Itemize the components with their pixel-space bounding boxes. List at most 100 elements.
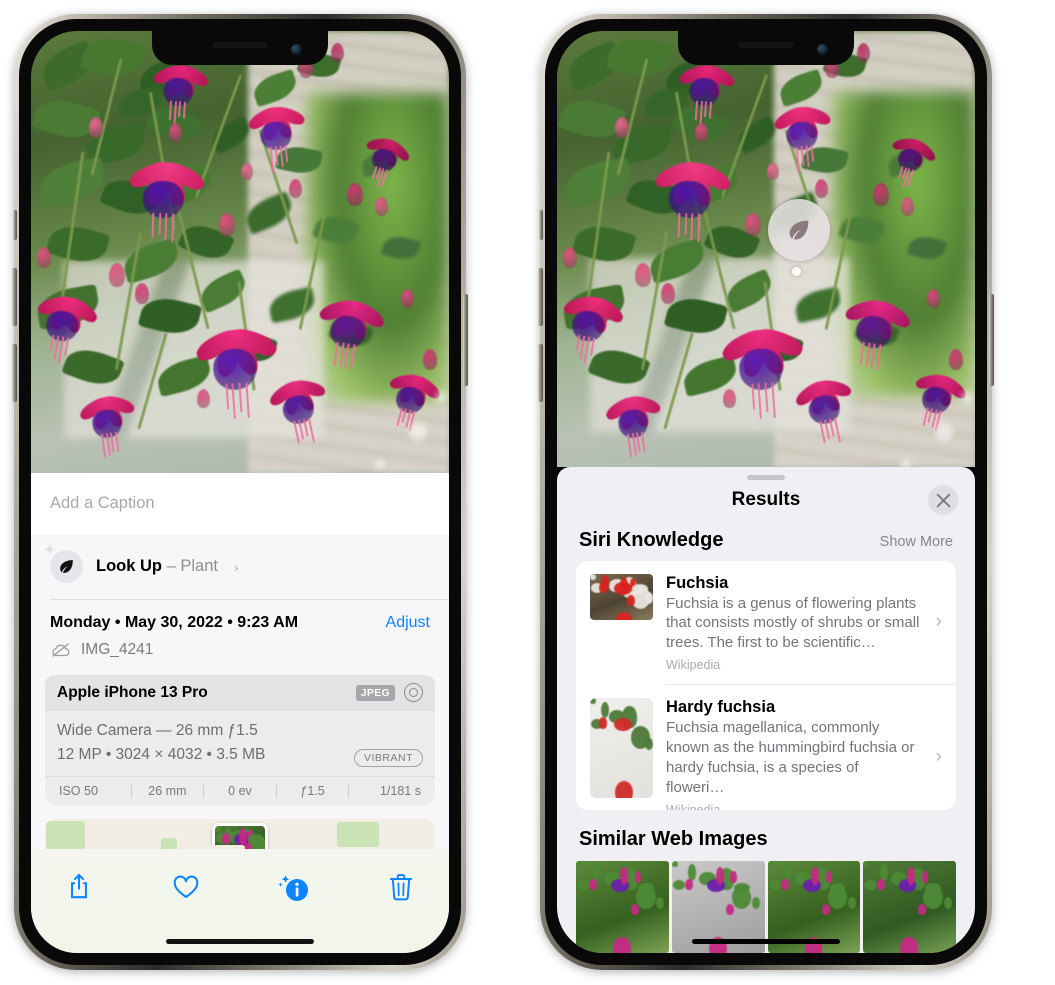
knowledge-thumbnail: [590, 698, 653, 799]
bud-shape: [815, 179, 828, 198]
look-up-subject: Plant: [180, 557, 218, 575]
thumb-detail: [577, 879, 590, 891]
knowledge-title: Hardy fuchsia: [666, 698, 776, 717]
thumb-detail: [599, 717, 608, 729]
volume-up-button[interactable]: [12, 268, 17, 326]
knowledge-source: Wikipedia: [666, 803, 920, 810]
bud-shape: [109, 263, 126, 287]
camera-card-body: Wide Camera — 26 mm ƒ1.5 12 MP • 3024 × …: [45, 711, 435, 776]
exif-focal: 26 mm: [148, 784, 187, 799]
delete-button[interactable]: [379, 865, 423, 909]
aperture-icon: [404, 683, 423, 702]
visual-lookup-badge[interactable]: [768, 199, 830, 261]
front-camera-icon: [291, 44, 302, 55]
bud-shape: [37, 247, 52, 268]
exif-iso: ISO 50: [59, 784, 98, 799]
bud-shape: [289, 179, 302, 198]
info-button[interactable]: [272, 865, 316, 909]
volume-down-button[interactable]: [538, 344, 543, 402]
left-phone-frame: Add a Caption ✦ Look Up – Plant › Monday…: [12, 14, 468, 970]
thumb-detail: [917, 903, 926, 916]
thumb-detail: [863, 861, 870, 867]
thumb-detail: [615, 611, 633, 620]
look-up-label: Look Up: [96, 557, 162, 575]
exif-aperture: ƒ1.5: [300, 784, 325, 799]
leaf-icon: [789, 220, 809, 240]
power-button[interactable]: [463, 294, 468, 386]
siri-knowledge-header: Siri Knowledge Show More: [557, 521, 975, 561]
knowledge-description: Fuchsia is a genus of flowering plants t…: [666, 594, 920, 652]
knowledge-title: Fuchsia: [666, 573, 729, 592]
photo-viewer[interactable]: [31, 31, 449, 473]
thumb-detail: [715, 867, 724, 885]
thumb-detail: [733, 882, 750, 892]
front-camera-icon: [817, 44, 828, 55]
siri-knowledge-title: Siri Knowledge: [579, 528, 724, 551]
bud-shape: [901, 197, 914, 216]
camera-info-card[interactable]: Apple iPhone 13 Pro JPEG Wide Camera — 2…: [45, 675, 435, 806]
thumb-detail: [829, 882, 846, 892]
thumb-detail: [767, 861, 774, 867]
similar-image-thumb[interactable]: [863, 861, 956, 953]
leaf-shape: [561, 156, 635, 208]
style-badge: VIBRANT: [353, 749, 423, 768]
caption-row[interactable]: Add a Caption: [31, 473, 449, 535]
volume-up-button[interactable]: [538, 268, 543, 326]
show-more-button[interactable]: Show More: [880, 534, 953, 550]
power-button[interactable]: [989, 294, 994, 386]
silent-switch[interactable]: [539, 210, 543, 240]
similar-web-images-title: Similar Web Images: [579, 828, 768, 850]
thumb-detail: [685, 878, 694, 890]
bud-shape: [375, 197, 388, 216]
siri-knowledge-card: Fuchsia Fuchsia is a genus of flowering …: [576, 560, 956, 810]
right-phone-frame: Results Siri Knowledge Show More Fuchsia…: [538, 14, 994, 970]
info-sparkle-icon: [278, 875, 308, 901]
bud-shape: [857, 43, 870, 62]
home-indicator[interactable]: [166, 939, 314, 944]
share-button[interactable]: [57, 865, 101, 909]
photo-date: Monday • May 30, 2022 • 9:23 AM: [50, 614, 299, 631]
favorite-button[interactable]: [164, 865, 208, 909]
caption-input[interactable]: Add a Caption: [50, 494, 430, 513]
volume-down-button[interactable]: [12, 344, 17, 402]
leaf-shape: [605, 33, 673, 81]
photo-viewer[interactable]: [557, 31, 975, 467]
leaf-icon: ✦: [43, 543, 83, 583]
thumb-detail: [238, 828, 247, 846]
look-up-row[interactable]: ✦ Look Up – Plant ›: [31, 535, 449, 599]
look-up-dash: –: [166, 557, 176, 575]
knowledge-row[interactable]: Hardy fuchsia Fuchsia magellanica, commo…: [576, 685, 956, 810]
thumb-detail: [847, 897, 856, 910]
thumb-detail: [630, 903, 639, 916]
thumb-detail: [638, 882, 654, 892]
thumb-detail: [768, 879, 782, 891]
thumb-detail: [576, 861, 582, 867]
camera-device-name: Apple iPhone 13 Pro: [57, 683, 208, 701]
close-button[interactable]: [928, 485, 958, 516]
bud-shape: [347, 183, 363, 206]
bud-shape: [745, 213, 761, 236]
bud-shape: [197, 389, 210, 408]
left-phone-bezel: Add a Caption ✦ Look Up – Plant › Monday…: [19, 19, 461, 965]
bokeh-highlight: [961, 391, 973, 403]
chevron-right-icon: ›: [233, 558, 239, 575]
results-sheet: Results Siri Knowledge Show More Fuchsia…: [557, 467, 975, 953]
left-phone-screen: Add a Caption ✦ Look Up – Plant › Monday…: [31, 31, 449, 953]
thumb-detail: [900, 937, 918, 953]
bud-shape: [135, 283, 150, 304]
bud-shape: [873, 183, 889, 206]
knowledge-row[interactable]: Fuchsia Fuchsia is a genus of flowering …: [576, 561, 956, 685]
adjust-button[interactable]: Adjust: [386, 614, 430, 632]
thumb-detail: [907, 867, 916, 885]
bud-shape: [661, 283, 676, 304]
similar-image-thumb[interactable]: [576, 861, 669, 953]
share-icon: [71, 873, 87, 899]
home-indicator[interactable]: [692, 939, 840, 944]
notch: [678, 31, 854, 65]
bud-shape: [401, 289, 414, 308]
bud-shape: [423, 349, 438, 370]
bud-shape: [169, 123, 182, 142]
silent-switch[interactable]: [13, 210, 17, 240]
icloud-slash-icon: [52, 643, 70, 657]
thumb-detail: [726, 903, 735, 916]
